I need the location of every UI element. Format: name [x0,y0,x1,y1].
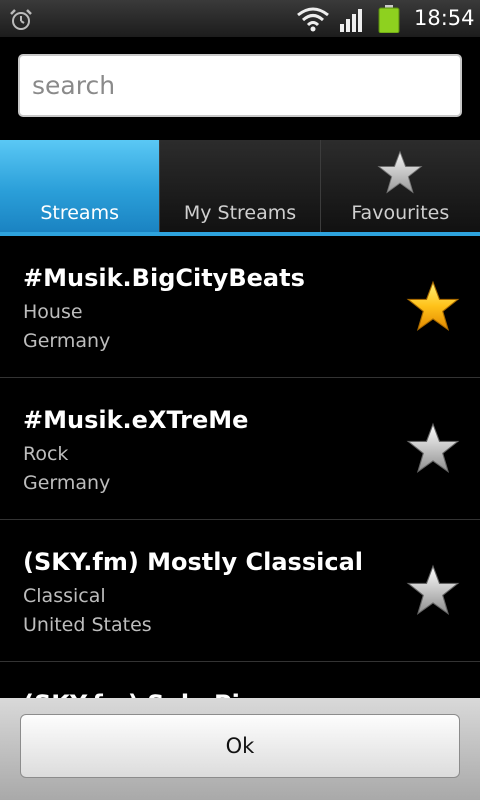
search-area [0,38,480,140]
stream-genre: House [23,301,83,323]
status-bar: 18:54 [0,0,480,38]
tab-label: My Streams [183,202,297,224]
tab-label: Streams [40,202,119,224]
tab-label: Favourites [351,202,450,224]
favourite-star-icon[interactable] [406,422,460,476]
list-item[interactable]: (SKY.fm) Solo Piano [0,662,480,698]
list-item[interactable]: #Musik.eXTreMe Rock Germany [0,378,480,520]
ok-button[interactable]: Ok [20,714,460,778]
battery-icon [378,5,400,33]
stream-genre: Classical [23,585,106,607]
star-icon [377,150,423,194]
stream-country: United States [23,614,152,636]
tab-bar: Streams My Streams Favourites [0,140,480,236]
signal-icon [340,9,362,32]
favourite-star-icon[interactable] [406,564,460,618]
stream-title: #Musik.BigCityBeats [23,264,305,292]
stream-title: (SKY.fm) Solo Piano [23,690,290,698]
stream-genre: Rock [23,443,69,465]
list-item[interactable]: #Musik.BigCityBeats House Germany [0,236,480,378]
search-input[interactable] [18,54,462,117]
stream-country: Germany [23,472,111,494]
alarm-clock-icon [10,9,32,30]
list-item[interactable]: (SKY.fm) Mostly Classical Classical Unit… [0,520,480,662]
bottom-bar: Ok [0,698,480,800]
wifi-icon [297,7,329,32]
tab-my-streams[interactable]: My Streams [160,140,321,232]
favourite-star-icon[interactable] [406,280,460,334]
stream-title: #Musik.eXTreMe [23,406,249,434]
tab-favourites[interactable]: Favourites [321,140,480,232]
status-time: 18:54 [414,6,475,30]
stream-title: (SKY.fm) Mostly Classical [23,548,363,576]
tab-streams[interactable]: Streams [0,140,161,232]
stream-country: Germany [23,330,111,352]
stream-list: #Musik.BigCityBeats House Germany #Musik… [0,236,480,698]
